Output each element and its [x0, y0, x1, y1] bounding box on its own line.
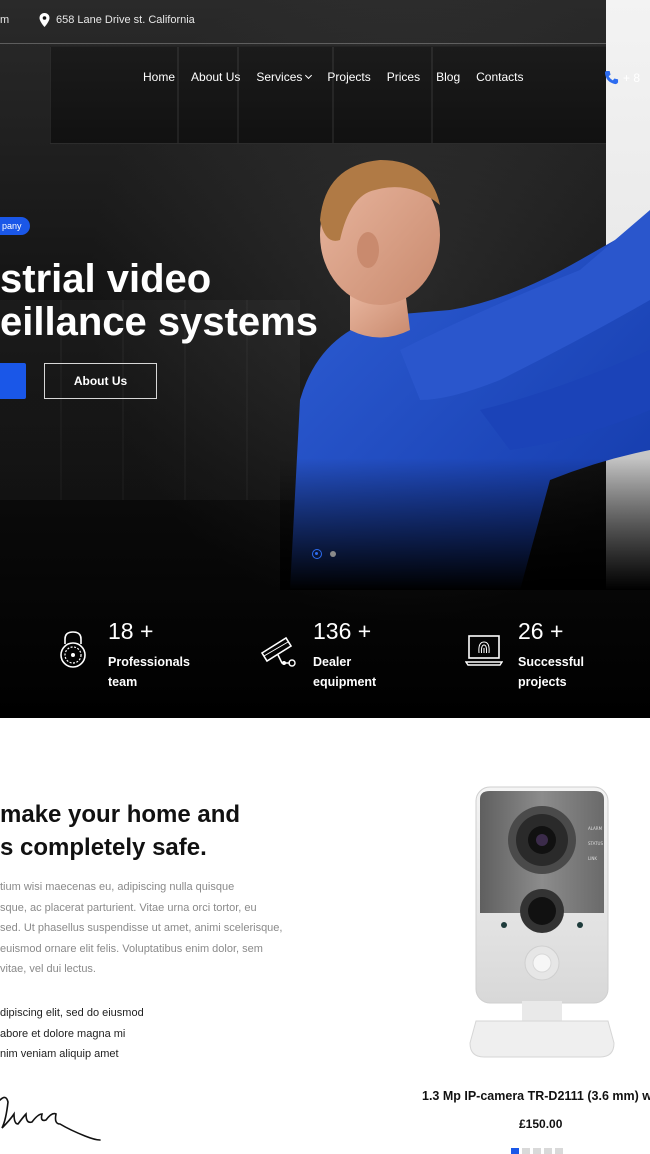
- hero-title: strial video eillance systems: [0, 258, 318, 344]
- list-item: abore et dolore magna mi: [0, 1027, 126, 1040]
- product-name-link[interactable]: 1.3 Mp IP-camera TR-D2111 (3.6 mm) w: [422, 1089, 650, 1103]
- paragraph-line: sed. Ut phasellus suspendisse ut amet, a…: [0, 922, 283, 934]
- rating-mark: [511, 1148, 519, 1154]
- stat-label-line: projects: [518, 675, 567, 689]
- slider-dots: [312, 549, 336, 559]
- hero-section: m 658 Lane Drive st. California Home Abo…: [0, 0, 650, 718]
- section-paragraph: tium wisi maecenas eu, adipiscing nulla …: [0, 877, 290, 980]
- product-image[interactable]: ALARM STATUS LINK: [466, 785, 618, 1063]
- stat-label: Dealer equipment: [313, 652, 403, 692]
- list-item: dipiscing elit, sed do eiusmod: [0, 1007, 144, 1019]
- stat-number: 18 +: [108, 618, 154, 644]
- stat-number: 136 +: [313, 618, 372, 644]
- rating-marks: [511, 1148, 563, 1154]
- slider-dot-active[interactable]: [312, 549, 322, 559]
- feature-list: dipiscing elit, sed do eiusmod abore et …: [0, 1003, 200, 1065]
- stat-label-line: Successful: [518, 655, 585, 669]
- phone-number: + 8: [623, 70, 641, 85]
- list-item: nim veniam aliquip amet: [0, 1048, 119, 1060]
- rating-mark: [522, 1148, 530, 1154]
- rating-mark: [555, 1148, 563, 1154]
- topbar-address: 658 Lane Drive st. California: [56, 14, 195, 26]
- about-us-button[interactable]: About Us: [44, 363, 157, 399]
- nav-home[interactable]: Home: [143, 70, 175, 84]
- paragraph-line: vitae, vel dui lectus.: [0, 963, 96, 975]
- nav-projects[interactable]: Projects: [327, 70, 370, 84]
- slider-dot[interactable]: [330, 551, 336, 557]
- nav-services[interactable]: Services: [256, 70, 313, 84]
- stat-label: Successful projects: [518, 652, 608, 692]
- paragraph-line: tium wisi maecenas eu, adipiscing nulla …: [0, 881, 235, 893]
- lock-icon: [60, 631, 86, 668]
- svg-text:ALARM: ALARM: [588, 826, 603, 831]
- nav-prices[interactable]: Prices: [387, 70, 420, 84]
- location-pin-icon: [39, 13, 50, 27]
- paragraph-line: euismod ornare elit felis. Voluptatibus …: [0, 942, 263, 955]
- topbar-email[interactable]: m: [0, 14, 9, 26]
- paragraph-line: sque, ac placerat parturient. Vitae urna…: [0, 901, 257, 914]
- worker-image: [280, 150, 650, 590]
- cctv-camera-icon: [260, 636, 296, 667]
- section-heading-line-1: make your home and: [0, 801, 241, 828]
- header-phone[interactable]: + 8: [604, 70, 640, 85]
- nav-services-label: Services: [256, 70, 303, 84]
- stat-label-line: equipment: [313, 675, 377, 689]
- svg-text:STATUS: STATUS: [588, 841, 603, 846]
- rating-mark: [533, 1148, 541, 1154]
- top-bar: m 658 Lane Drive st. California: [0, 0, 606, 44]
- nav-contacts[interactable]: Contacts: [476, 70, 523, 84]
- hero-badge: pany: [0, 217, 30, 235]
- section-heading: make your home and s completely safe.: [0, 798, 240, 864]
- stat-label-line: Dealer: [313, 655, 352, 669]
- fingerprint-laptop-icon: [465, 635, 503, 666]
- phone-icon: [604, 70, 619, 85]
- section-heading-line-2: s completely safe.: [0, 834, 207, 861]
- hero-primary-button[interactable]: [0, 363, 26, 399]
- stat-label-line: Professionals: [108, 655, 190, 669]
- stat-label-line: team: [108, 675, 138, 689]
- signature-image: [0, 1096, 101, 1141]
- stat-number: 26 +: [518, 618, 564, 644]
- svg-text:LINK: LINK: [588, 856, 597, 861]
- hero-background-window: [50, 46, 610, 144]
- hero-title-line-1: strial video: [0, 257, 212, 301]
- stat-label: Professionals team: [108, 652, 198, 692]
- chevron-down-icon: [305, 71, 313, 80]
- nav-blog[interactable]: Blog: [436, 70, 460, 84]
- product-price: £150.00: [519, 1117, 563, 1131]
- rating-mark: [544, 1148, 552, 1154]
- main-nav: Home About Us Services Projects Prices B…: [143, 70, 539, 84]
- hero-title-line-2: eillance systems: [0, 300, 318, 344]
- nav-about-us[interactable]: About Us: [191, 70, 240, 84]
